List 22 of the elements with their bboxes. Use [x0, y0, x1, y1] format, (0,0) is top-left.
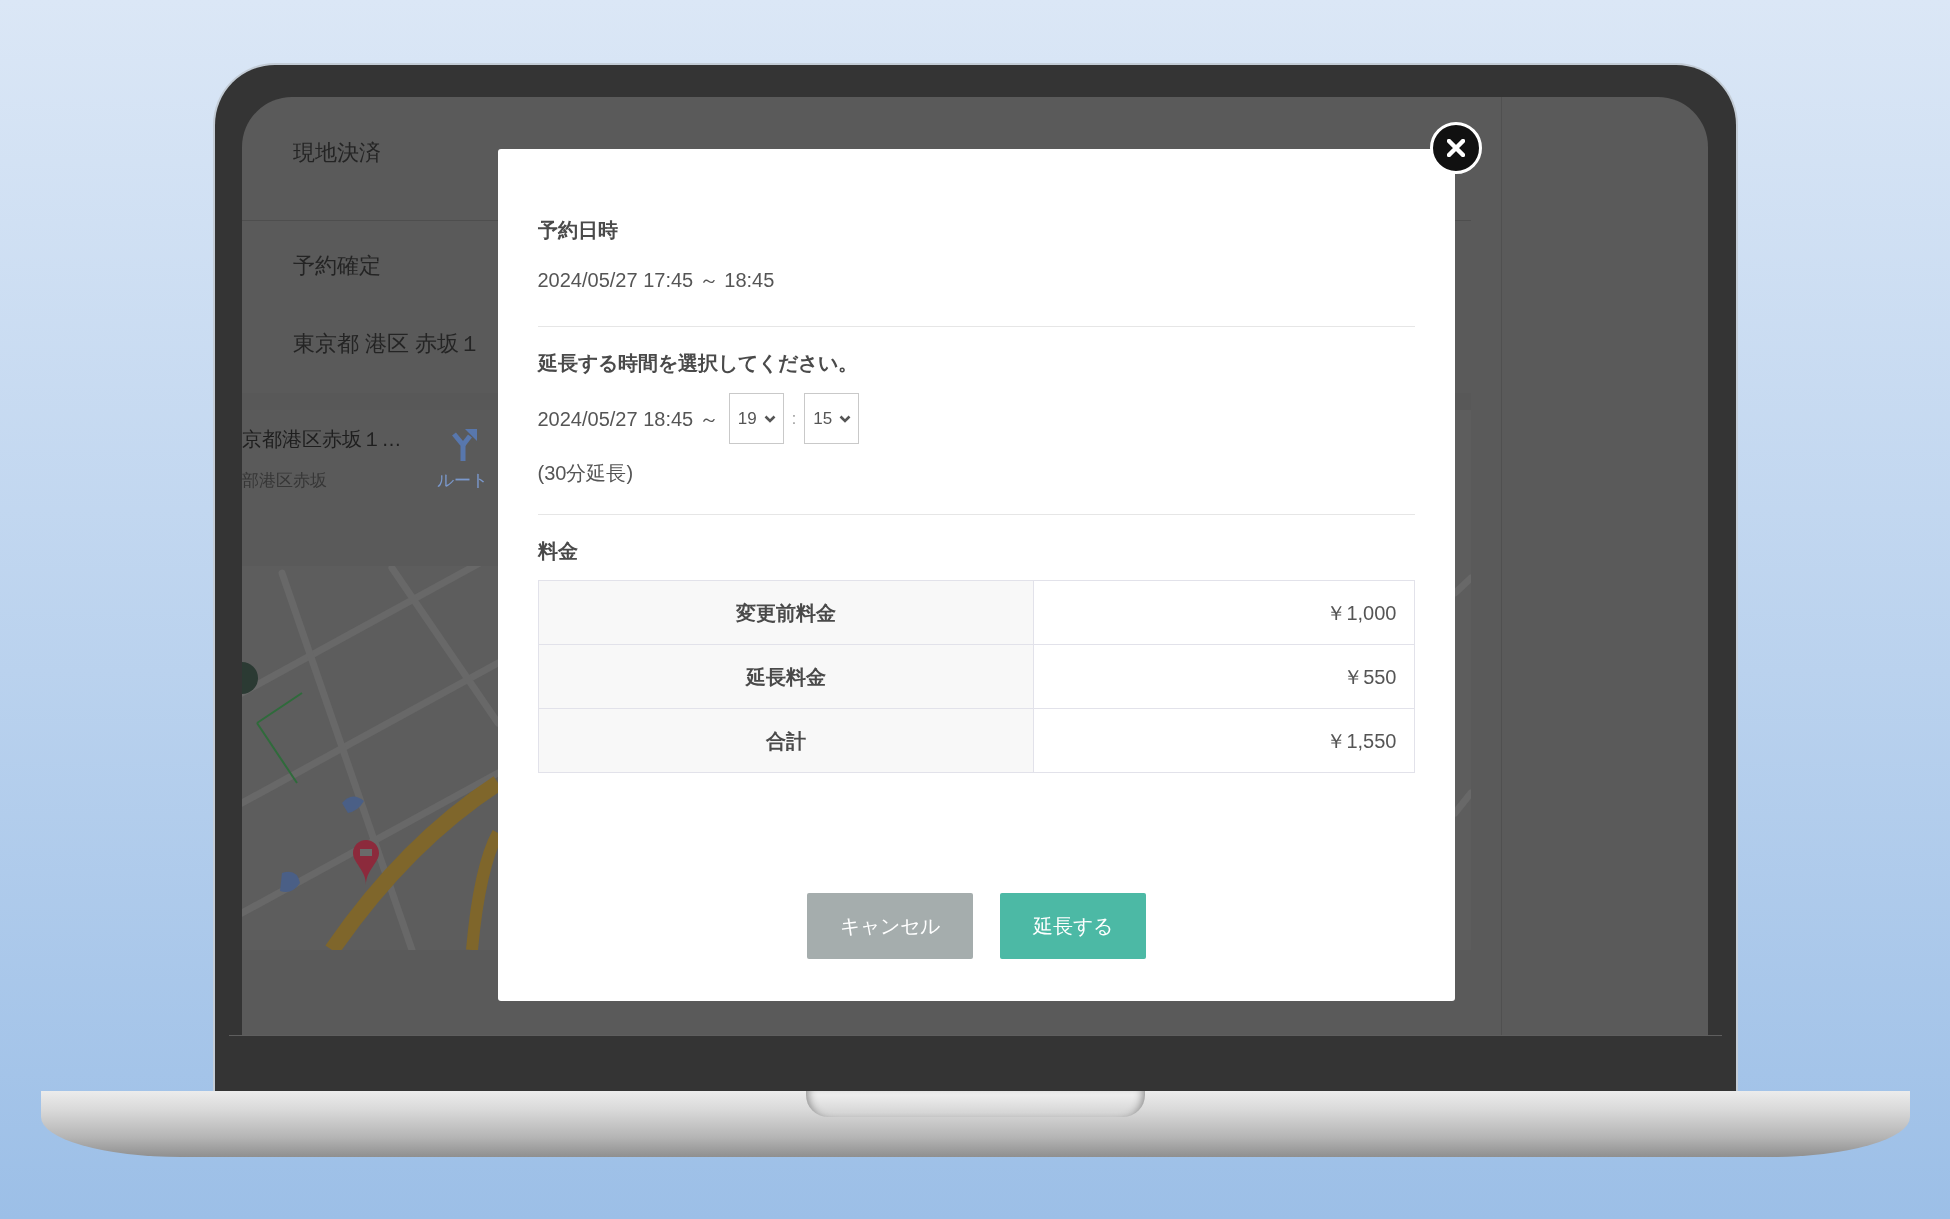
fee-label-cell: 変更前料金 [538, 580, 1033, 645]
fee-amount-cell: ￥1,000 [1033, 580, 1414, 645]
section-heading: 料金 [537, 539, 578, 564]
extension-start-text: 2024/05/27 18:45 ～ [537, 406, 719, 432]
fee-label-cell: 延長料金 [538, 644, 1033, 709]
chevron-down-icon [763, 414, 776, 423]
time-separator: : [791, 408, 797, 429]
extension-note: (30分延長) [537, 461, 634, 486]
chevron-down-icon [839, 414, 852, 423]
section-heading: 予約日時 [537, 218, 618, 243]
fee-label-cell: 合計 [538, 708, 1033, 773]
route-link[interactable]: ルート [431, 424, 494, 566]
hour-select[interactable]: 19 [728, 393, 784, 444]
cancel-button[interactable]: キャンセル [806, 893, 973, 959]
fee-amount-cell: ￥550 [1033, 644, 1414, 709]
place-name-text: 京都港区赤坂１… [241, 427, 402, 452]
fee-amount-cell: ￥1,550 [1033, 708, 1414, 773]
confirm-button[interactable]: 延長する [999, 893, 1146, 959]
section-heading: 延長する時間を選択してください。 [537, 351, 858, 376]
minute-select[interactable]: 15 [804, 393, 860, 444]
close-icon [1446, 139, 1465, 157]
reservation-datetime-text: 2024/05/27 17:45 ～ 18:45 [537, 268, 775, 293]
